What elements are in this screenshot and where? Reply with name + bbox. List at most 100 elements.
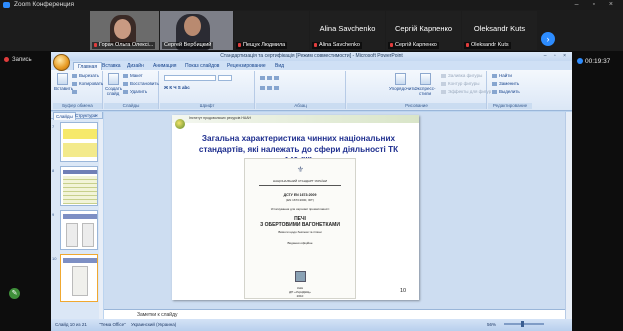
font-style-buttons[interactable]: Ж К Ч S abc xyxy=(164,85,190,91)
window-controls[interactable]: – ▫ × xyxy=(575,0,619,10)
powerpoint-window: Стандартизація та сертифікація [Режим со… xyxy=(51,52,572,331)
muted-mic-icon xyxy=(238,42,241,47)
zoom-percent[interactable]: 56% xyxy=(487,319,496,331)
alignment-buttons[interactable] xyxy=(260,85,281,91)
doc-agency: НАЦІОНАЛЬНИЙ СТАНДАРТ УКРАЇНИ xyxy=(272,179,328,183)
close-pane-icon[interactable]: × xyxy=(93,112,100,119)
group-label-paragraph: Абзац xyxy=(256,103,345,109)
ribbon-group-slides: Создать слайд Макет Восстановить Удалить… xyxy=(104,71,159,109)
status-language[interactable]: Украинский (Украина) xyxy=(131,319,176,331)
ppt-window-controls[interactable]: – ▫ × xyxy=(544,52,569,61)
participant-big-name: Сергій Карпенко xyxy=(394,24,453,33)
tab-design[interactable]: Дизайн xyxy=(123,62,148,70)
meeting-info-icon xyxy=(577,58,583,65)
participant-big-name: Oleksandr Kuts xyxy=(473,24,526,33)
recording-indicator[interactable]: Запись xyxy=(4,57,32,63)
shape-effects-button[interactable]: Эффекты для фигур xyxy=(441,89,491,95)
shape-fill-button[interactable]: Заливка фигуры xyxy=(441,73,482,79)
font-size-select[interactable] xyxy=(218,75,232,81)
participant-face xyxy=(114,19,131,39)
zoom-title-bar: Zoom Конференция – ▫ × xyxy=(0,0,623,10)
tab-insert[interactable]: Вставка xyxy=(98,62,125,70)
zoom-logo-icon xyxy=(3,2,10,8)
doc-rule xyxy=(259,185,341,186)
zoom-window-title: Zoom Конференция xyxy=(14,1,75,8)
thumb-content xyxy=(72,266,88,296)
pane-scrollbar[interactable] xyxy=(99,119,103,319)
numbering-icon xyxy=(267,75,272,80)
thumb-content xyxy=(63,170,97,174)
participant-tile[interactable]: Пещук Людмила xyxy=(234,11,309,50)
zoom-slider-thumb[interactable] xyxy=(521,321,524,327)
muted-mic-icon xyxy=(390,42,393,47)
reset-button[interactable]: Восстановить xyxy=(123,81,159,87)
slide-thumbnail[interactable] xyxy=(60,122,98,162)
quick-styles-button[interactable]: Экспресс-стили xyxy=(413,73,437,96)
fill-icon xyxy=(441,73,446,78)
thumb-content xyxy=(63,176,97,204)
thumb-content xyxy=(63,129,97,139)
bullets-buttons[interactable] xyxy=(260,75,281,81)
participant-tile[interactable]: Alina Savchenko Alina Savchenko xyxy=(310,11,385,50)
doc-adopted: Устаткування для харчової промисловості xyxy=(270,207,330,211)
copy-button[interactable]: Копировать xyxy=(72,81,103,87)
record-dot-icon xyxy=(4,57,9,62)
gallery-next-button[interactable]: › xyxy=(541,32,555,46)
select-button[interactable]: Выделить xyxy=(492,89,520,95)
office-button[interactable] xyxy=(53,54,70,71)
align-right-icon xyxy=(274,85,279,90)
cut-button[interactable]: Вырезать xyxy=(72,73,99,79)
find-icon xyxy=(492,73,497,78)
editor-scrollbar[interactable] xyxy=(565,112,572,319)
slide-thumbnail[interactable] xyxy=(60,166,98,206)
ribbon-group-font: Ж К Ч S abc Шрифт xyxy=(160,71,255,109)
reset-icon xyxy=(123,81,128,86)
thumb-content xyxy=(63,258,97,263)
bullets-icon xyxy=(260,75,265,80)
align-center-icon xyxy=(267,85,272,90)
participant-name: Пещук Людмила xyxy=(236,42,288,49)
participant-tile[interactable]: Сергій Карпенко Сергій Карпенко xyxy=(386,11,461,50)
ribbon-group-clipboard: Вставить Вырезать Копировать Буфер обмен… xyxy=(53,71,103,109)
align-left-icon xyxy=(260,85,265,90)
zoom-right-margin xyxy=(574,52,623,331)
notes-pane[interactable]: Заметки к слайду xyxy=(104,309,565,319)
slide-thumbnail[interactable] xyxy=(60,210,98,250)
doc-name-3: Вимоги щодо безпеки та гігієни xyxy=(278,230,322,234)
shape-outline-button[interactable]: Контур фигуры xyxy=(441,81,479,87)
find-button[interactable]: Найти xyxy=(492,73,512,79)
doc-name-2: З ОБЕРТОВИМИ ВАГОНЕТКАМИ xyxy=(260,222,340,228)
thumb-number: 7 xyxy=(52,124,55,129)
participant-tile[interactable]: Сергей Вербицкий xyxy=(160,11,233,50)
paste-button[interactable]: Вставить xyxy=(54,73,73,91)
thumb-content xyxy=(66,223,78,247)
layout-icon xyxy=(123,73,128,78)
delete-slide-button[interactable]: Удалить xyxy=(123,89,147,95)
participant-tile[interactable]: Горач Ольга Олексі... xyxy=(90,11,159,50)
annotate-pencil-icon[interactable]: ✎ xyxy=(9,288,20,299)
slide-thumbnail-selected[interactable] xyxy=(60,254,98,302)
thumb-content xyxy=(63,143,97,157)
status-bar: Слайд 10 из 21 "Тема Office" Украинский … xyxy=(51,319,572,331)
muted-mic-icon xyxy=(314,42,317,47)
group-label-clipboard: Буфер обмена xyxy=(53,103,102,109)
participant-face xyxy=(184,16,201,36)
tab-slideshow[interactable]: Показ слайдов xyxy=(181,62,223,70)
tab-animation[interactable]: Анимация xyxy=(149,62,180,70)
zoom-slider-track[interactable] xyxy=(504,323,544,325)
arrange-button[interactable]: Упорядочить xyxy=(389,73,416,91)
format-painter-button[interactable] xyxy=(72,89,79,95)
tab-review[interactable]: Рецензирование xyxy=(223,62,270,70)
new-slide-button[interactable]: Создать слайд xyxy=(105,73,122,96)
replace-button[interactable]: Заменить xyxy=(492,81,519,87)
participant-big-name: Alina Savchenko xyxy=(319,24,376,33)
ribbon-tabs: Главная Вставка Дизайн Анимация Показ сл… xyxy=(51,61,572,71)
participant-name: Горач Ольга Олексі... xyxy=(92,42,156,49)
tab-view[interactable]: Вид xyxy=(271,62,288,70)
participant-tile[interactable]: Oleksandr Kuts Oleksandr Kuts xyxy=(462,11,537,50)
font-name-select[interactable] xyxy=(164,75,216,81)
slides-pane: Слайды Структура × 7 8 9 10 xyxy=(51,112,103,319)
doc-code: ДСТУ EN 1673:2009 xyxy=(283,193,317,197)
current-slide[interactable]: Інститут продовольчих ресурсів НААН Зага… xyxy=(172,115,419,300)
layout-button[interactable]: Макет xyxy=(123,73,143,79)
